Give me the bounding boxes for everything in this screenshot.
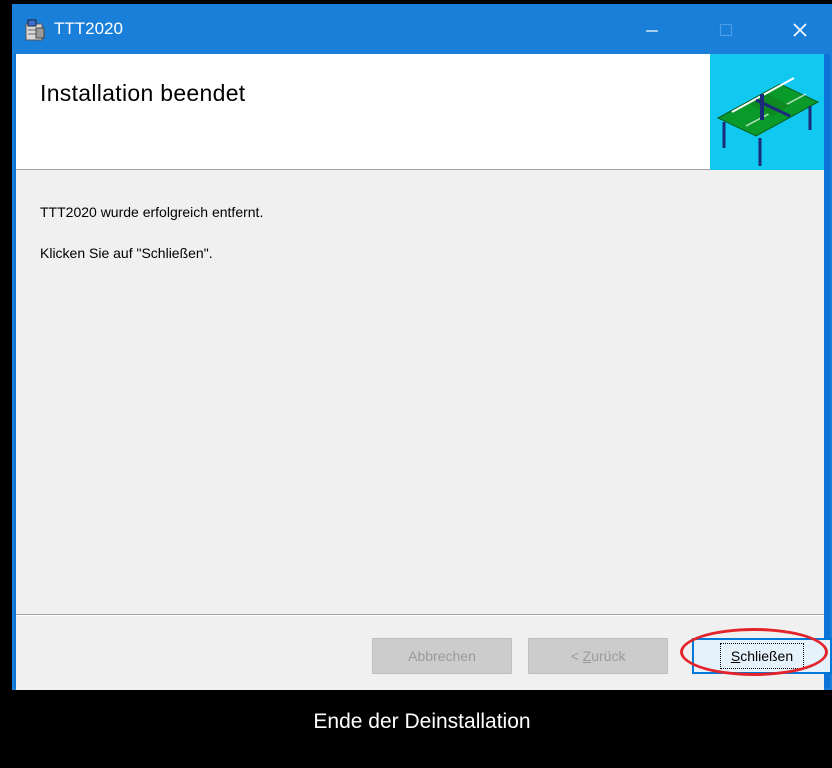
close-button[interactable]: Schließen: [692, 638, 832, 674]
status-message: TTT2020 wurde erfolgreich entfernt.: [40, 204, 264, 220]
ping-pong-table-icon: [716, 77, 820, 166]
close-window-button[interactable]: [774, 6, 826, 54]
video-frame: TTT2020 Installation beendet TTT2020 wur…: [12, 0, 832, 768]
cancel-button-label: Abbrechen: [408, 648, 476, 664]
banner-image: [710, 54, 824, 170]
minimize-button[interactable]: [626, 6, 678, 54]
footer-divider: [16, 614, 824, 616]
minimize-icon: [646, 30, 658, 32]
installer-window: TTT2020 Installation beendet TTT2020 wur…: [12, 4, 832, 690]
back-button-label: < Zurück: [570, 648, 626, 664]
dialog-client-area: Installation beendet TTT2020 wurde erfol…: [16, 54, 832, 690]
back-button[interactable]: < Zurück: [528, 638, 668, 674]
page-title: Installation beendet: [40, 80, 246, 106]
title-bar[interactable]: TTT2020: [14, 6, 830, 54]
header-banner: Installation beendet: [16, 54, 824, 170]
close-icon: [793, 23, 807, 37]
cancel-button[interactable]: Abbrechen: [372, 638, 512, 674]
installer-app-icon: [25, 19, 45, 41]
maximize-icon: [719, 23, 733, 37]
video-caption: Ende der Deinstallation: [313, 710, 531, 733]
window-title: TTT2020: [54, 19, 123, 38]
close-button-label: Schließen: [719, 643, 805, 669]
maximize-button[interactable]: [700, 6, 752, 54]
instruction-message: Klicken Sie auf "Schließen".: [40, 245, 213, 261]
